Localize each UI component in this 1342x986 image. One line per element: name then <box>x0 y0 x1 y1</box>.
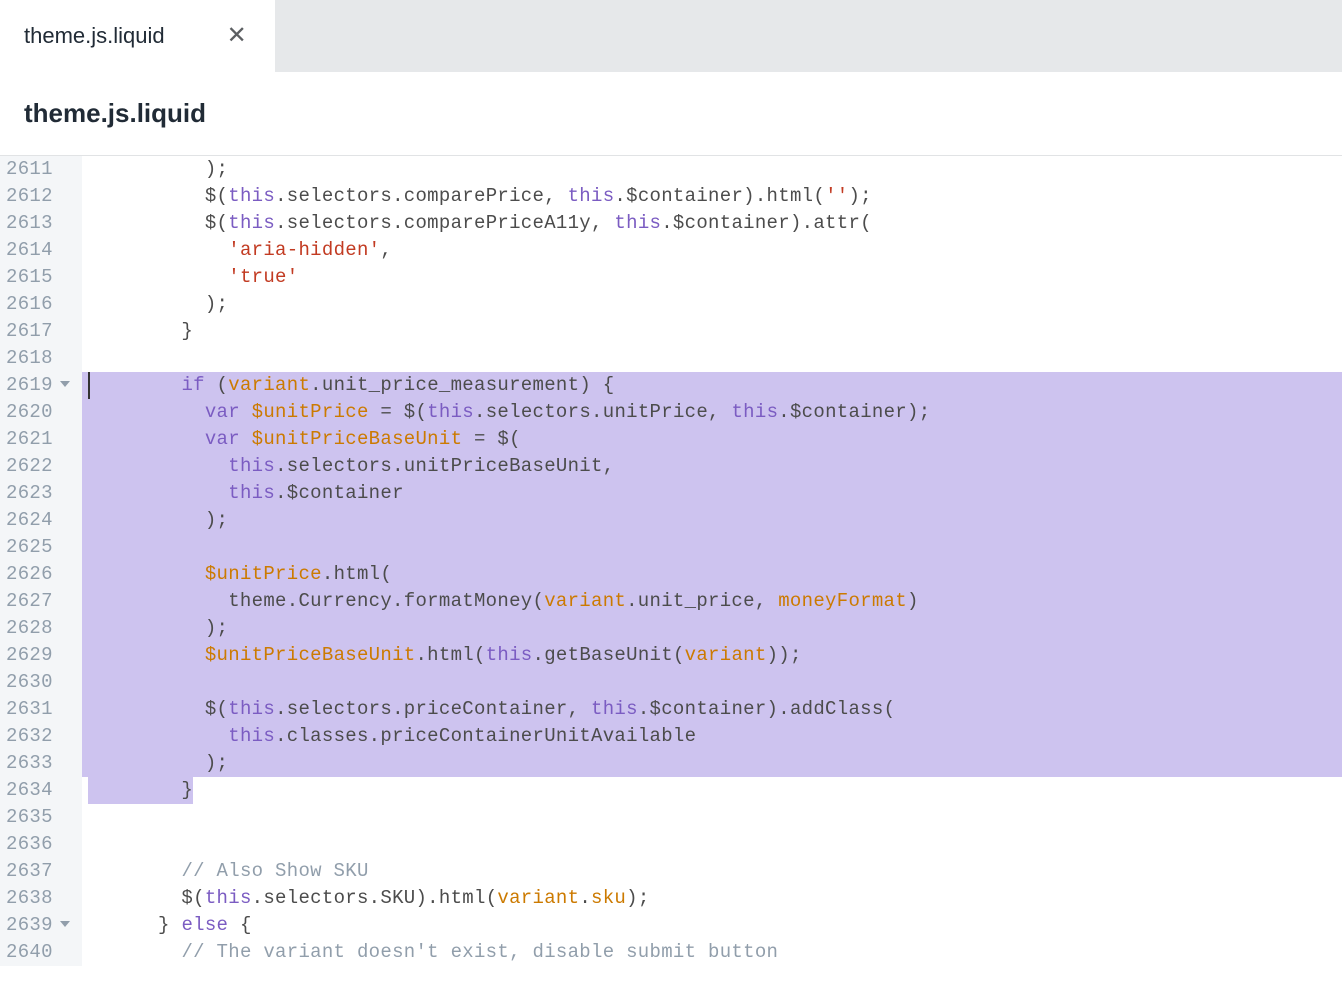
line-number: 2618 <box>6 345 79 372</box>
code-line[interactable]: 'aria-hidden', <box>82 237 1342 264</box>
code-line[interactable] <box>82 804 1342 831</box>
line-number: 2613 <box>6 210 79 237</box>
line-number: 2616 <box>6 291 79 318</box>
line-number: 2623 <box>6 480 79 507</box>
code-line[interactable] <box>82 534 1342 561</box>
line-number: 2630 <box>6 669 79 696</box>
code-line[interactable]: var $unitPriceBaseUnit = $( <box>82 426 1342 453</box>
code-line[interactable]: if (variant.unit_price_measurement) { <box>82 372 1342 399</box>
line-number: 2639 <box>6 912 79 939</box>
code-line[interactable]: ); <box>82 615 1342 642</box>
line-number: 2612 <box>6 183 79 210</box>
code-line[interactable]: $unitPrice.html( <box>82 561 1342 588</box>
line-number: 2628 <box>6 615 79 642</box>
line-number: 2619 <box>6 372 79 399</box>
code-line[interactable]: } <box>82 777 1342 804</box>
code-area[interactable]: ); $(this.selectors.comparePrice, this.$… <box>82 156 1342 966</box>
line-number: 2617 <box>6 318 79 345</box>
line-number: 2629 <box>6 642 79 669</box>
code-line[interactable]: this.$container <box>82 480 1342 507</box>
line-number: 2638 <box>6 885 79 912</box>
code-line[interactable]: $(this.selectors.priceContainer, this.$c… <box>82 696 1342 723</box>
line-number: 2611 <box>6 156 79 183</box>
line-number-gutter: 2611261226132614261526162617261826192620… <box>0 156 82 966</box>
line-number: 2637 <box>6 858 79 885</box>
close-icon[interactable]: ✕ <box>223 24 251 48</box>
line-number: 2631 <box>6 696 79 723</box>
filename: theme.js.liquid <box>24 98 206 129</box>
code-line[interactable]: // Also Show SKU <box>82 858 1342 885</box>
code-line[interactable] <box>82 831 1342 858</box>
code-line[interactable]: // The variant doesn't exist, disable su… <box>82 939 1342 966</box>
fold-chevron-icon[interactable] <box>53 372 77 399</box>
tab-theme-js-liquid[interactable]: theme.js.liquid ✕ <box>0 0 275 72</box>
line-number: 2621 <box>6 426 79 453</box>
tab-label: theme.js.liquid <box>24 23 165 49</box>
code-line[interactable]: this.classes.priceContainerUnitAvailable <box>82 723 1342 750</box>
line-number: 2635 <box>6 804 79 831</box>
line-number: 2614 <box>6 237 79 264</box>
tab-bar: theme.js.liquid ✕ <box>0 0 1342 72</box>
filename-bar: theme.js.liquid <box>0 72 1342 156</box>
line-number: 2636 <box>6 831 79 858</box>
fold-chevron-icon[interactable] <box>53 912 77 939</box>
text-cursor <box>88 372 90 399</box>
line-number: 2640 <box>6 939 79 966</box>
line-number: 2632 <box>6 723 79 750</box>
code-line[interactable] <box>82 669 1342 696</box>
code-line[interactable]: } else { <box>82 912 1342 939</box>
line-number: 2620 <box>6 399 79 426</box>
code-line[interactable]: $(this.selectors.comparePrice, this.$con… <box>82 183 1342 210</box>
code-line[interactable]: 'true' <box>82 264 1342 291</box>
code-line[interactable]: ); <box>82 507 1342 534</box>
code-line[interactable]: theme.Currency.formatMoney(variant.unit_… <box>82 588 1342 615</box>
line-number: 2625 <box>6 534 79 561</box>
code-line[interactable]: } <box>82 318 1342 345</box>
code-line[interactable]: $unitPriceBaseUnit.html(this.getBaseUnit… <box>82 642 1342 669</box>
line-number: 2615 <box>6 264 79 291</box>
code-line[interactable] <box>82 345 1342 372</box>
code-editor[interactable]: 2611261226132614261526162617261826192620… <box>0 156 1342 966</box>
line-number: 2624 <box>6 507 79 534</box>
code-line[interactable]: $(this.selectors.comparePriceA11y, this.… <box>82 210 1342 237</box>
code-line[interactable]: ); <box>82 750 1342 777</box>
line-number: 2626 <box>6 561 79 588</box>
line-number: 2634 <box>6 777 79 804</box>
code-line[interactable]: this.selectors.unitPriceBaseUnit, <box>82 453 1342 480</box>
code-line[interactable]: ); <box>82 156 1342 183</box>
code-line[interactable]: $(this.selectors.SKU).html(variant.sku); <box>82 885 1342 912</box>
code-line[interactable]: var $unitPrice = $(this.selectors.unitPr… <box>82 399 1342 426</box>
line-number: 2633 <box>6 750 79 777</box>
line-number: 2622 <box>6 453 79 480</box>
code-line[interactable]: ); <box>82 291 1342 318</box>
line-number: 2627 <box>6 588 79 615</box>
